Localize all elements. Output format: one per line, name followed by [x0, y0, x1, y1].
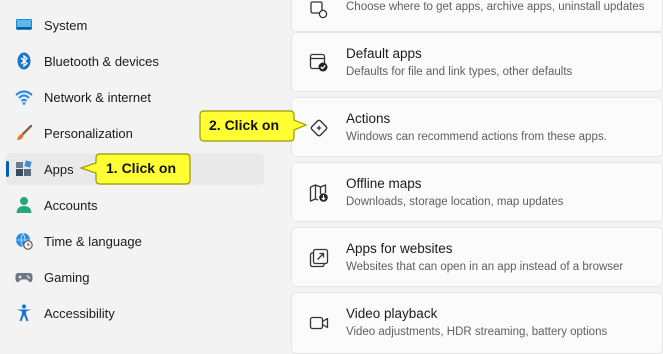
account-icon — [16, 197, 32, 213]
card-title: Default apps — [346, 46, 422, 61]
card-title: Video playback — [346, 306, 438, 321]
default-apps-icon — [309, 53, 328, 72]
sidebar-item-time-language[interactable]: Time & language — [6, 225, 264, 257]
card-offline-maps[interactable]: Offline maps Downloads, storage location… — [291, 162, 663, 222]
card-advanced-app-settings[interactable]: Choose where to get apps, archive apps, … — [291, 0, 663, 32]
advanced-settings-icon — [310, 1, 328, 19]
card-description: Video adjustments, HDR streaming, batter… — [346, 326, 608, 338]
gamepad-icon — [15, 273, 33, 283]
callout-step-2-text: 2. Click on — [209, 117, 280, 133]
system-icon — [16, 19, 32, 30]
card-title: Offline maps — [346, 176, 422, 191]
sidebar-item-bluetooth[interactable]: Bluetooth & devices — [6, 45, 264, 77]
globe-clock-icon — [16, 232, 33, 250]
bluetooth-icon — [17, 52, 31, 70]
card-title: Apps for websites — [346, 241, 453, 256]
sidebar-item-label: Bluetooth & devices — [44, 53, 159, 69]
card-apps-for-websites[interactable]: Apps for websites Websites that can open… — [291, 227, 663, 287]
callout-step-1: 1. Click on — [78, 151, 193, 187]
apps-icon — [16, 160, 32, 176]
card-description: Websites that can open in an app instead… — [346, 261, 624, 273]
sidebar-item-gaming[interactable]: Gaming — [6, 261, 264, 293]
sidebar-item-label: Personalization — [44, 125, 133, 141]
sidebar-item-system[interactable]: System — [6, 9, 264, 41]
card-actions[interactable]: Actions Windows can recommend actions fr… — [291, 97, 663, 157]
open-in-app-icon — [309, 248, 329, 268]
sidebar-item-label: Accessibility — [44, 305, 115, 321]
sidebar-item-accessibility[interactable]: Accessibility — [6, 297, 264, 329]
sidebar-item-label: System — [44, 17, 88, 33]
sidebar-item-label: Gaming — [44, 269, 90, 285]
sidebar-item-accounts[interactable]: Accounts — [6, 189, 264, 221]
wifi-icon — [15, 90, 33, 105]
video-icon — [309, 316, 329, 330]
apps-settings-panel: Choose where to get apps, archive apps, … — [291, 0, 663, 354]
card-video-playback[interactable]: Video playback Video adjustments, HDR st… — [291, 292, 663, 354]
card-description: Choose where to get apps, archive apps, … — [346, 1, 645, 13]
card-default-apps[interactable]: Default apps Defaults for file and link … — [291, 32, 663, 92]
sidebar-item-label: Accounts — [44, 197, 98, 213]
card-description: Defaults for file and link types, other … — [346, 66, 573, 78]
card-description: Windows can recommend actions from these… — [346, 131, 607, 143]
card-title: Actions — [346, 111, 391, 126]
callout-step-1-text: 1. Click on — [106, 160, 177, 176]
actions-icon — [310, 119, 328, 137]
card-description: Downloads, storage location, map updates — [346, 196, 564, 208]
callout-step-2: 2. Click on — [198, 108, 308, 144]
sidebar-item-label: Network & internet — [44, 89, 151, 105]
sidebar-item-label: Time & language — [44, 233, 142, 249]
sidebar-item-label: Apps — [44, 161, 74, 177]
offline-maps-icon — [309, 184, 328, 202]
accessibility-icon — [17, 304, 31, 321]
brush-icon — [17, 124, 33, 140]
selected-indicator — [6, 161, 9, 177]
